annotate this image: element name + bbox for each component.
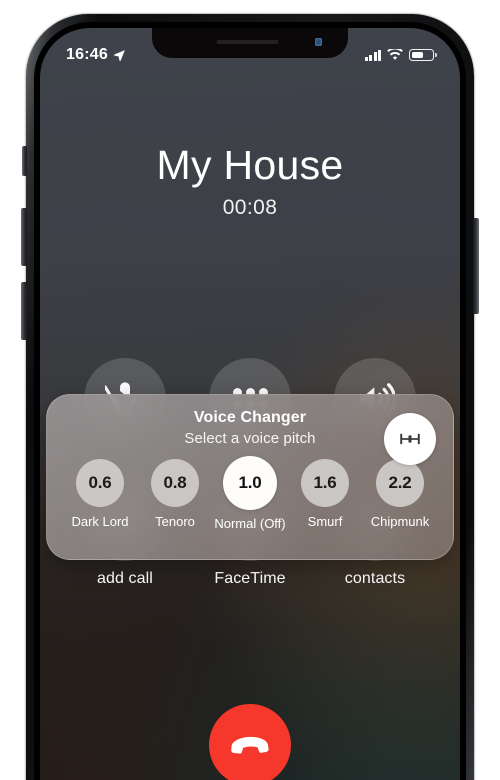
voice-changer-title: Voice Changer [193,409,307,426]
phone-screen: 16:46 My House 00:08 add call FaceTime c… [40,28,460,780]
voice-pitch-value[interactable]: 1.0 [223,456,277,510]
cellular-signal-icon [364,49,381,61]
voice-pitch-option-normal[interactable]: 1.0 Normal (Off) [213,456,287,531]
volume-up-button[interactable] [21,208,27,266]
screenshot-stage: 16:46 My House 00:08 add call FaceTime c… [0,0,500,780]
voice-pitch-value[interactable]: 0.8 [151,459,199,507]
voice-pitch-option-dark-lord[interactable]: 0.6 Dark Lord [63,459,137,529]
call-duration: 00:08 [222,196,278,220]
voice-pitch-value[interactable]: 1.6 [301,459,349,507]
status-bar: 16:46 [40,42,460,68]
call-header: My House 00:08 [40,142,460,220]
voice-pitch-option-smurf[interactable]: 1.6 Smurf [288,459,362,529]
battery-icon [409,49,437,61]
voice-pitch-value[interactable]: 2.2 [376,459,424,507]
silent-switch-button[interactable] [22,146,27,176]
contacts-button-label: contacts [344,570,406,587]
add-call-button-label: add call [97,570,153,587]
end-call-button[interactable] [209,704,291,780]
voice-pitch-option-tenoro[interactable]: 0.8 Tenoro [138,459,212,529]
voice-pitch-value[interactable]: 0.6 [76,459,124,507]
voice-pitch-label: Dark Lord [71,514,129,529]
location-arrow-icon [113,49,125,61]
status-bar-right [364,49,437,61]
status-bar-left: 16:46 [66,46,126,64]
voice-changer-subtitle: Select a voice pitch [184,430,316,447]
voice-pitch-label: Smurf [307,514,343,529]
callee-name: My House [156,142,344,188]
voice-pitch-option-chipmunk[interactable]: 2.2 Chipmunk [363,459,437,529]
wifi-icon [387,49,403,60]
voice-pitch-label: Tenoro [155,514,195,529]
facetime-button-label: FaceTime [214,570,286,587]
volume-down-button[interactable] [21,282,27,340]
voice-pitch-label: Normal (Off) [214,516,286,531]
voice-pitch-label: Chipmunk [370,514,430,529]
status-time: 16:46 [66,46,108,63]
voice-changer-panel: Voice Changer Select a voice pitch 0.6 D… [46,394,454,560]
voice-pitch-list: 0.6 Dark Lord 0.8 Tenoro 1.0 Normal (Off… [61,456,439,531]
voice-changer-adjust-button[interactable] [384,413,436,465]
power-button[interactable] [473,218,479,314]
end-call-handset-icon [231,736,269,754]
slider-adjust-icon [400,433,420,445]
